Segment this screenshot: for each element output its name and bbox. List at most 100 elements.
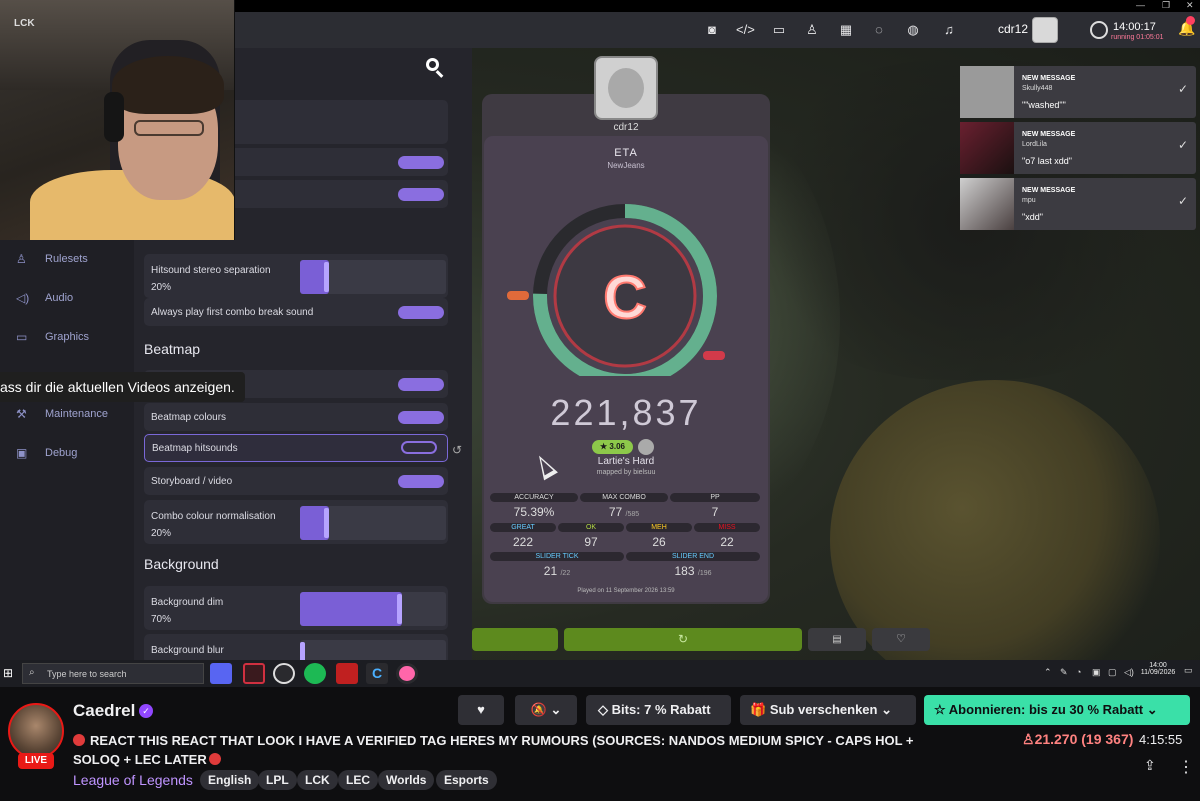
toggle-switch[interactable] — [398, 411, 444, 424]
windows-start-icon[interactable]: ⊞ — [3, 666, 13, 680]
slider-handle[interactable] — [300, 642, 305, 660]
player-avatar[interactable] — [594, 56, 658, 120]
stat-label: ACCURACY — [490, 493, 578, 502]
webcam-glasses — [134, 120, 204, 136]
stream-tag[interactable]: Esports — [436, 770, 497, 790]
chat-icon[interactable]: ◌ — [870, 21, 888, 39]
clock-icon[interactable] — [1090, 21, 1108, 39]
share-icon[interactable]: ⇪ — [1144, 757, 1156, 774]
spotify-icon[interactable] — [304, 663, 326, 684]
tablet-icon[interactable]: ▭ — [770, 21, 788, 39]
notifications-button[interactable]: 🔕 ⌄ — [515, 695, 577, 725]
player-username[interactable]: cdr12 — [590, 122, 662, 133]
setting-label: Beatmap colours — [151, 412, 227, 423]
stat-accuracy: ACCURACY 75.39% — [490, 493, 578, 521]
toggle-switch[interactable] — [398, 156, 444, 169]
bits-button[interactable]: ◇ Bits: 7 % Rabatt — [586, 695, 731, 725]
network-icon[interactable]: ▢ — [1108, 667, 1117, 678]
tray-icon[interactable]: ✎ — [1060, 667, 1068, 678]
sidebar-item-label: Graphics — [45, 331, 90, 343]
search-icon[interactable] — [424, 56, 446, 78]
stream-tag[interactable]: LPL — [258, 770, 297, 790]
setting-background-dim: Background dim 70% — [144, 586, 448, 630]
check-icon[interactable]: ✓ — [1178, 194, 1188, 208]
close-icon[interactable]: ✕ — [1186, 0, 1194, 11]
stream-tag[interactable]: LEC — [338, 770, 378, 790]
retry-button[interactable]: ↻ — [564, 628, 802, 651]
stereo-separation-slider[interactable] — [300, 260, 446, 294]
beatmap-title: ETA — [614, 147, 638, 159]
app-icon[interactable]: C — [366, 663, 388, 684]
notification-card[interactable]: NEW MESSAGE LordLila "o7 last xdd" ✓ — [960, 122, 1196, 174]
back-button[interactable] — [472, 628, 558, 651]
tray-expand-icon[interactable]: ⌃ — [1044, 667, 1052, 678]
tray-icon[interactable]: ▣ — [1092, 667, 1101, 678]
gift-sub-button[interactable]: 🎁 Sub verschenken ⌄ — [740, 695, 916, 725]
video-tooltip: ass dir die aktuellen Videos anzeigen. — [0, 372, 245, 402]
toggle-switch[interactable] — [398, 378, 444, 391]
recorder-icon[interactable] — [336, 663, 358, 684]
subscribe-button[interactable]: ☆ Abonnieren: bis zu 30 % Rabatt ⌄ — [924, 695, 1190, 725]
background-dim-slider[interactable] — [300, 592, 446, 626]
stream-tag[interactable]: English — [200, 770, 260, 790]
tray-icon[interactable]: ◔ — [1076, 667, 1081, 677]
setting-combo-break-sound: Always play first combo break sound — [144, 298, 448, 326]
globe-icon[interactable]: ◍ — [904, 21, 922, 39]
notification-title: NEW MESSAGE — [1022, 131, 1076, 138]
check-icon[interactable]: ✓ — [1178, 82, 1188, 96]
red-circle-icon — [208, 753, 221, 765]
section-title-beatmap: Beatmap — [144, 341, 201, 357]
chip-icon: ▣ — [16, 446, 28, 460]
chevron-down-icon: ⌄ — [881, 702, 892, 717]
toggle-switch[interactable] — [398, 188, 444, 201]
follow-button[interactable]: ♥ — [458, 695, 504, 725]
check-icon[interactable]: ✓ — [1178, 138, 1188, 152]
notification-card[interactable]: NEW MESSAGE mpu "xdd" ✓ — [960, 178, 1196, 230]
chevron-down-icon: ⌄ — [1146, 702, 1158, 717]
notification-center-icon[interactable]: ▭ — [1184, 665, 1193, 676]
heart-icon: ♥ — [477, 702, 485, 717]
replay-icon: ▤ — [832, 634, 842, 645]
slider-handle[interactable] — [324, 262, 330, 292]
code-icon[interactable]: </> — [736, 21, 755, 39]
stat-value: 21 /22 — [543, 564, 571, 578]
volume-icon[interactable]: ◁) — [1124, 667, 1134, 678]
taskbar-clock[interactable]: 14:00 11/09/2026 — [1138, 662, 1178, 676]
discord-icon[interactable] — [210, 663, 232, 684]
channel-name[interactable]: Caedrel — [73, 701, 135, 721]
music-icon[interactable]: ♫ — [940, 21, 958, 39]
ranking-icon[interactable]: ♙ — [803, 21, 821, 39]
osu-icon[interactable] — [396, 663, 418, 684]
search-icon: ⌕ — [29, 667, 35, 678]
minimize-icon[interactable]: — — [1136, 0, 1145, 10]
favourite-button[interactable]: ♡ — [872, 628, 930, 651]
beatmap-listing-icon[interactable]: ▦ — [837, 21, 855, 39]
slider-handle[interactable] — [324, 508, 330, 538]
rss-icon[interactable]: ◙ — [703, 21, 721, 39]
mod-icon[interactable] — [638, 439, 654, 455]
taskbar-search-input[interactable]: ⌕ Type here to search — [22, 663, 204, 684]
stream-category[interactable]: League of Legends — [73, 772, 193, 788]
toggle-switch[interactable] — [398, 475, 444, 488]
toggle-switch[interactable] — [401, 441, 437, 454]
toolbar-username[interactable]: cdr12 — [998, 22, 1028, 36]
restore-icon[interactable]: ❐ — [1162, 0, 1170, 11]
revert-icon[interactable]: ↺ — [452, 443, 462, 457]
toolbar-avatar[interactable] — [1032, 17, 1058, 43]
app-icon[interactable] — [243, 663, 265, 684]
chrome-icon[interactable] — [273, 663, 295, 684]
combo-normalisation-slider[interactable] — [300, 506, 446, 540]
more-options-icon[interactable]: ⋮ — [1178, 757, 1194, 777]
stream-tag[interactable]: Worlds — [378, 770, 435, 790]
toggle-switch[interactable] — [398, 306, 444, 319]
slider-handle[interactable] — [397, 594, 403, 624]
channel-avatar[interactable] — [8, 703, 64, 759]
stream-tag[interactable]: LCK — [297, 770, 338, 790]
background-blur-slider[interactable] — [300, 640, 446, 660]
stat-ok: OK 97 — [558, 523, 624, 551]
played-date: Played on 11 September 2026 13:59 — [577, 588, 675, 594]
replay-button[interactable]: ▤ — [808, 628, 866, 651]
notification-card[interactable]: NEW MESSAGE Skully448 ""washed"" ✓ — [960, 66, 1196, 118]
stat-pp: PP 7 — [670, 493, 760, 521]
notification-message: ""washed"" — [1022, 100, 1066, 110]
